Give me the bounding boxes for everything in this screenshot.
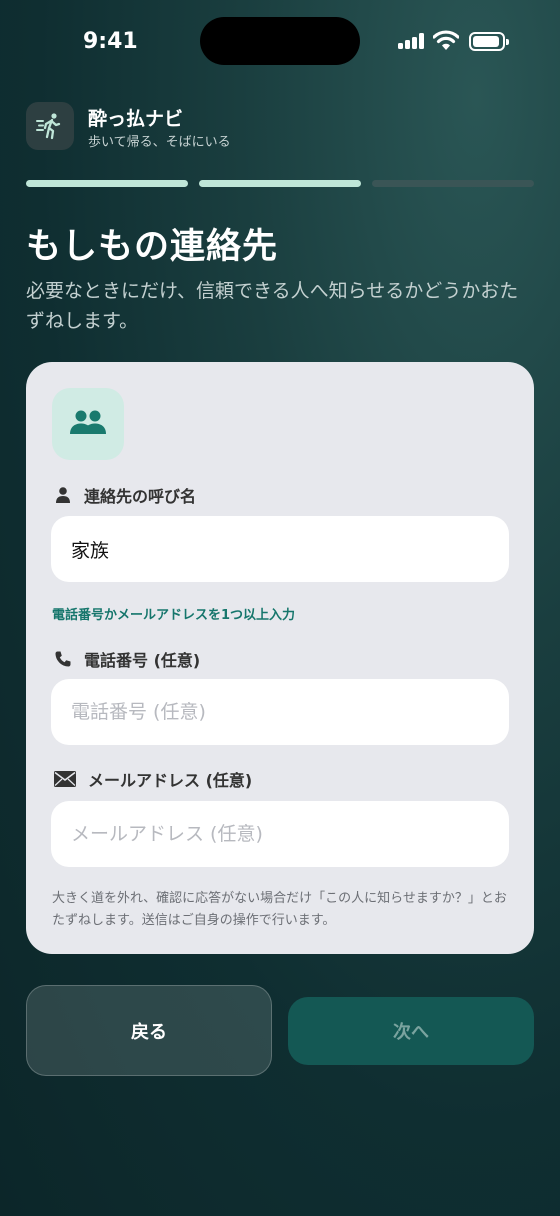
phone-label-text: 電話番号 (任意)	[84, 651, 201, 670]
next-button[interactable]: 次へ	[288, 997, 534, 1065]
progress-step-1	[26, 180, 188, 187]
input-requirement-hint: 電話番号かメールアドレスを1つ以上入力	[52, 608, 296, 623]
name-label-text: 連絡先の呼び名	[84, 487, 197, 506]
envelope-icon	[54, 771, 76, 787]
status-time: 9:41	[83, 29, 138, 54]
dynamic-island	[200, 17, 360, 65]
status-bar: 9:41	[0, 0, 560, 84]
phone-field-label: 電話番号 (任意)	[54, 647, 200, 671]
contact-form-card: 連絡先の呼び名 電話番号かメールアドレスを1つ以上入力 電話番号 (任意) メー…	[26, 362, 534, 954]
app-header: 酔っ払ナビ 歩いて帰る、そばにいる	[26, 102, 426, 150]
email-input[interactable]	[51, 801, 509, 867]
contact-name-input[interactable]	[51, 516, 509, 582]
notification-note: 大きく道を外れ、確認に応答がない場合だけ「この人に知らせますか？」とおたずねしま…	[52, 891, 507, 928]
step-progress	[26, 180, 534, 187]
name-field-label: 連絡先の呼び名	[54, 483, 196, 507]
wifi-icon	[433, 30, 459, 50]
phone-icon	[55, 651, 71, 667]
progress-step-3	[372, 180, 534, 187]
app-tagline: 歩いて帰る、そばにいる	[88, 135, 231, 150]
app-name: 酔っ払ナビ	[88, 108, 184, 130]
people-icon	[52, 388, 124, 460]
page-subtitle: 必要なときにだけ、信頼できる人へ知らせるかどうかおたずねします。	[26, 280, 519, 332]
cellular-signal-icon	[398, 33, 426, 49]
back-button[interactable]: 戻る	[26, 985, 272, 1076]
battery-icon	[469, 32, 509, 51]
walking-person-icon	[26, 102, 74, 150]
phone-input[interactable]	[51, 679, 509, 745]
email-field-label: メールアドレス (任意)	[54, 767, 252, 791]
page-title: もしもの連絡先	[26, 227, 279, 267]
person-icon	[56, 487, 70, 503]
progress-step-2	[199, 180, 361, 187]
email-label-text: メールアドレス (任意)	[88, 771, 253, 790]
